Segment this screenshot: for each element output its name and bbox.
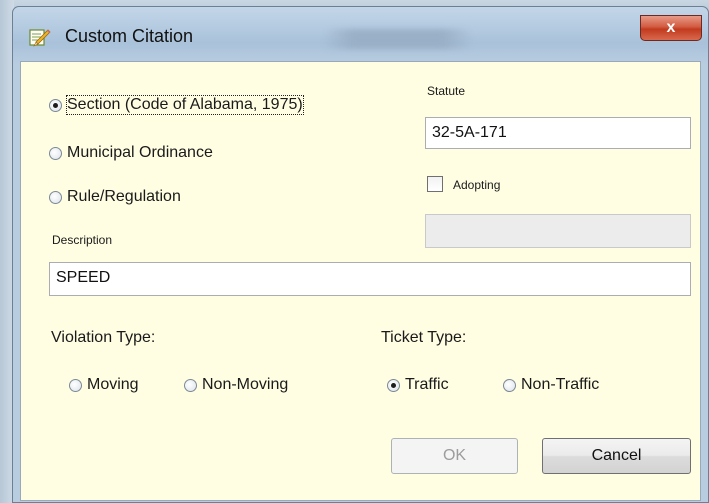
title-bar[interactable]: Custom Citation x [13, 7, 708, 63]
dialog-title: Custom Citation [65, 26, 194, 46]
ok-button[interactable]: OK [391, 438, 518, 474]
close-icon: x [666, 19, 676, 36]
dialog-content: Section (Code of Alabama, 1975) Municipa… [20, 61, 701, 501]
violation-type-label: Violation Type: [51, 329, 156, 346]
radio-label-rule-regulation: Rule/Regulation [67, 188, 181, 205]
radio-label-moving: Moving [87, 376, 139, 393]
adopting-label: Adopting [453, 178, 501, 192]
ticket-type-label: Ticket Type: [381, 329, 467, 346]
statute-input[interactable]: 32-5A-171 [425, 117, 691, 149]
custom-citation-dialog: Custom Citation x Section (Code of Alaba… [12, 6, 709, 503]
adopting-input [425, 214, 691, 248]
radio-label-municipal-ordinance: Municipal Ordinance [67, 144, 213, 161]
radio-button-checked[interactable] [49, 98, 62, 112]
cancel-button[interactable]: Cancel [542, 438, 691, 474]
radio-traffic[interactable]: Traffic [387, 376, 449, 394]
radio-button[interactable] [503, 378, 516, 392]
radio-label-traffic: Traffic [405, 376, 449, 393]
radio-label-section: Section (Code of Alabama, 1975) [66, 95, 304, 115]
radio-municipal-ordinance[interactable]: Municipal Ordinance [49, 144, 213, 162]
radio-non-moving[interactable]: Non-Moving [184, 376, 288, 394]
radio-rule-regulation[interactable]: Rule/Regulation [49, 188, 181, 206]
description-input[interactable]: SPEED [49, 262, 691, 296]
radio-moving[interactable]: Moving [69, 376, 139, 394]
background-title-blur [323, 29, 473, 49]
radio-button[interactable] [69, 378, 82, 392]
pencil-icon [27, 25, 51, 49]
radio-button[interactable] [49, 190, 62, 204]
adopting-checkbox[interactable] [427, 176, 443, 192]
description-label: Description [52, 233, 113, 247]
statute-label: Statute [427, 84, 466, 98]
radio-button[interactable] [184, 378, 197, 392]
radio-button[interactable] [49, 146, 62, 160]
radio-label-non-traffic: Non-Traffic [521, 376, 600, 393]
radio-non-traffic[interactable]: Non-Traffic [503, 376, 599, 394]
radio-button-checked[interactable] [387, 378, 400, 392]
radio-section-code-of-alabama[interactable]: Section (Code of Alabama, 1975) [49, 95, 304, 115]
radio-label-non-moving: Non-Moving [202, 376, 289, 393]
close-button[interactable]: x [640, 15, 702, 41]
